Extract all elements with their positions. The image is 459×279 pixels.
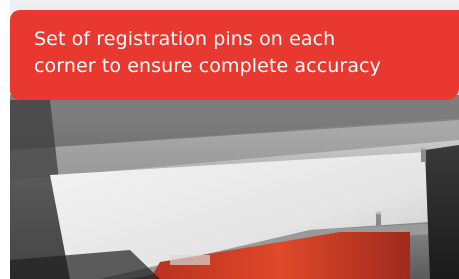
registration-pin-marker — [420, 146, 427, 162]
caption-text: Set of registration pins on each corner … — [34, 28, 381, 77]
caption-banner: Set of registration pins on each corner … — [10, 10, 459, 100]
image-frame: Set of registration pins on each corner … — [0, 0, 459, 279]
registration-pin-marker-2 — [375, 211, 382, 226]
